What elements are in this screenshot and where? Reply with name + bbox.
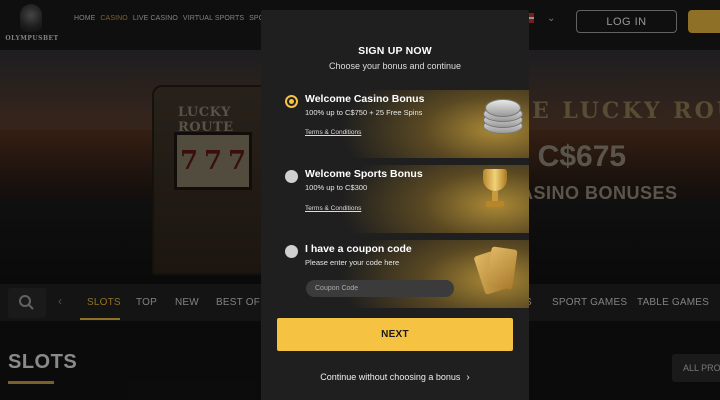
option-title: Welcome Sports Bonus	[305, 168, 423, 180]
ticket-icon	[473, 244, 519, 296]
radio-casino-bonus[interactable]	[285, 95, 298, 108]
coupon-code-input[interactable]	[306, 280, 454, 297]
bonus-option-sports[interactable]: Welcome Sports Bonus 100% up to C$300 Te…	[277, 165, 529, 233]
coins-icon	[477, 94, 527, 134]
option-description: Please enter your code here	[305, 258, 400, 267]
next-button[interactable]: NEXT	[277, 318, 513, 351]
chevron-right-icon: ›	[466, 372, 470, 383]
trophy-icon	[475, 165, 515, 215]
option-title: Welcome Casino Bonus	[305, 93, 425, 105]
modal-subtitle: Choose your bonus and continue	[328, 61, 462, 71]
bonus-option-coupon[interactable]: I have a coupon code Please enter your c…	[277, 240, 529, 308]
continue-without-bonus-link[interactable]: Continue without choosing a bonus ›	[261, 372, 529, 383]
signup-bonus-modal: SIGN UP NOW Choose your bonus and contin…	[261, 10, 529, 400]
modal-title: SIGN UP NOW	[358, 45, 432, 57]
option-title: I have a coupon code	[305, 243, 412, 255]
option-description: 100% up to C$750 + 25 Free Spins	[305, 108, 423, 117]
terms-link[interactable]: Terms & Conditions	[305, 129, 361, 136]
radio-coupon-code[interactable]	[285, 245, 298, 258]
skip-link-label: Continue without choosing a bonus	[320, 372, 461, 382]
terms-link[interactable]: Terms & Conditions	[305, 205, 361, 212]
radio-sports-bonus[interactable]	[285, 170, 298, 183]
option-description: 100% up to C$300	[305, 183, 368, 192]
page: OLYMPUSBET HOME CASINO LIVE CASINO VIRTU…	[0, 0, 720, 400]
bonus-option-casino[interactable]: Welcome Casino Bonus 100% up to C$750 + …	[277, 90, 529, 158]
